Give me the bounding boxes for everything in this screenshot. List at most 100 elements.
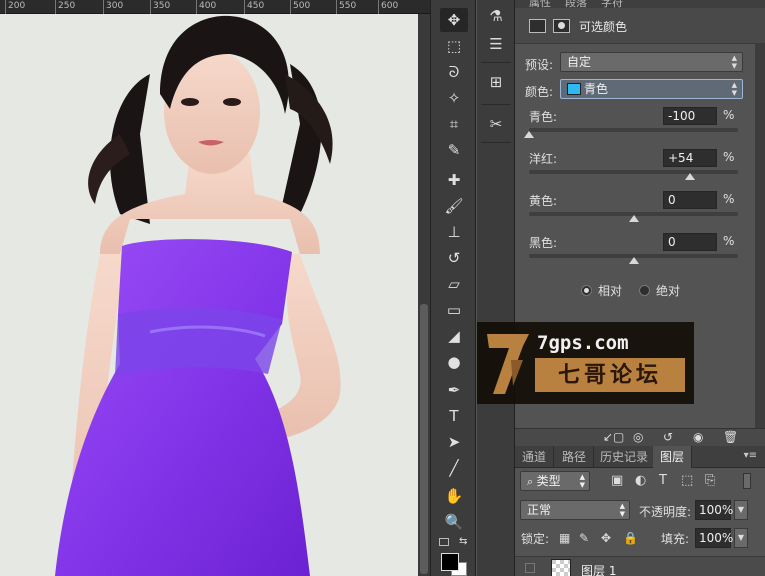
dodge-tool-icon[interactable]: ● [440,350,468,374]
move-tool-icon[interactable]: ✥ [440,8,468,32]
tab-layers[interactable]: 图层 [653,446,693,468]
trash-icon[interactable]: 🗑 [723,430,738,444]
tab-paragraph[interactable]: 段落 [565,0,587,8]
properties-scrollbar[interactable] [755,44,765,430]
adjustments-icon[interactable]: ⚗ [483,4,509,28]
eraser-tool-icon[interactable]: ▱ [440,272,468,296]
view-previous-icon[interactable]: ◎ [633,430,643,444]
tab-history[interactable]: 历史记录 [593,446,657,468]
magenta-slider-track[interactable] [529,170,738,174]
pen-tool-icon[interactable]: ✒ [440,378,468,402]
absolute-radio[interactable]: 绝对 [639,282,680,299]
color-select[interactable]: 青色 ▲ ▼ [560,79,743,99]
healing-brush-tool-icon[interactable]: ✚ [440,168,468,192]
canvas-scroll-thumb[interactable] [420,304,428,574]
tab-paths[interactable]: 路径 [555,446,595,468]
preset-value: 自定 [567,55,592,69]
lock-position-icon[interactable]: ✥ [601,531,611,545]
ruler-tick: 400 [196,0,216,14]
fill-input[interactable]: 100% [695,528,733,548]
gradient-tool-icon[interactable]: ▭ [440,298,468,322]
opacity-input[interactable]: 100% [695,500,733,520]
pixel-filter-icon[interactable]: ▣ [611,473,623,488]
horizontal-ruler: 200 250 300 350 400 450 500 550 600 [0,0,430,14]
relative-label: 相对 [598,284,623,298]
tab-properties[interactable]: 属性 [529,0,551,8]
radio-absolute-indicator[interactable] [639,285,650,296]
smart-object-filter-icon[interactable]: ⎘ [705,473,715,488]
lock-transparent-icon[interactable]: ▦ [559,531,570,545]
yellow-value-input[interactable]: 0 [663,191,717,209]
tab-character[interactable]: 字符 [601,0,623,8]
black-value-input[interactable]: 0 [663,233,717,251]
relative-radio[interactable]: 相对 [581,282,622,299]
layer-visibility-icon[interactable] [525,563,535,573]
magic-wand-tool-icon[interactable]: ✧ [440,86,468,110]
default-colors-icon[interactable] [439,538,449,546]
radio-relative-indicator[interactable] [581,285,592,296]
magenta-value-input[interactable]: +54 [663,149,717,167]
blur-tool-icon[interactable]: ◢ [440,324,468,348]
layer-row[interactable]: 图层 1 [515,556,765,576]
cyan-slider-track[interactable] [529,128,738,132]
ruler-tick: 250 [55,0,75,14]
foreground-color-swatch[interactable] [441,553,459,571]
properties-title: 可选颜色 [579,20,628,34]
adjustment-filter-icon[interactable]: ◐ [635,473,646,488]
blend-mode-select[interactable]: 正常 ▲ ▼ [520,500,630,520]
path-selection-tool-icon[interactable]: ➤ [440,430,468,454]
fill-dropdown-icon[interactable]: ▼ [734,528,748,548]
history-brush-tool-icon[interactable]: ↺ [440,246,468,270]
type-tool-icon[interactable]: T [440,404,468,428]
zoom-tool-icon[interactable]: 🔍 [440,510,468,534]
layer-filter-select[interactable]: ⌕ 类型 ▲ ▼ [520,471,590,491]
watermark-url: 7gps.com [537,332,629,354]
preset-select[interactable]: 自定 ▲ ▼ [560,52,743,72]
preset-label: 预设: [525,58,554,72]
clone-stamp-tool-icon[interactable]: ⊥ [440,220,468,244]
chevron-updown-icon: ▲ ▼ [619,502,625,518]
canvas-vertical-scrollbar[interactable] [418,14,430,576]
filter-toggle[interactable] [743,473,751,489]
sliders-icon[interactable]: ☰ [483,32,509,56]
black-slider-thumb[interactable] [628,257,639,264]
color-swatch [567,83,581,95]
lock-all-icon[interactable]: 🔒 [623,531,638,545]
eyedropper-tool-icon[interactable]: ✎ [440,138,468,162]
line-tool-icon[interactable]: ╱ [440,456,468,480]
lock-brush-icon[interactable]: ✎ [579,531,589,545]
chevron-updown-icon: ▲ ▼ [731,54,737,70]
ruler-tick: 450 [244,0,264,14]
opacity-dropdown-icon[interactable]: ▼ [734,500,748,520]
reset-icon[interactable]: ↺ [663,430,673,444]
hand-tool-icon[interactable]: ✋ [440,484,468,508]
swap-colors-icon[interactable]: ⇆ [459,536,467,547]
clip-to-layer-icon[interactable]: ↙▢ [603,430,624,444]
scissors-icon[interactable]: ✂ [483,112,509,136]
brush-tool-icon[interactable]: 🖌 [440,194,468,218]
layer-mask-icon[interactable] [553,19,570,33]
crop-tool-icon[interactable]: ⌗ [440,112,468,136]
color-value: 青色 [584,82,609,96]
absolute-label: 绝对 [656,284,681,298]
type-filter-icon[interactable]: T [659,473,667,488]
shape-filter-icon[interactable]: ⬚ [681,473,693,488]
tab-channels[interactable]: 通道 [515,446,555,468]
magenta-slider-thumb[interactable] [684,173,695,180]
lasso-tool-icon[interactable]: ᘐ [440,60,468,84]
yellow-slider-thumb[interactable] [628,215,639,222]
visibility-eye-icon[interactable]: ◉ [693,430,703,444]
color-label: 颜色: [525,85,554,99]
dock-divider [481,104,511,105]
cyan-percent: % [723,108,735,122]
align-icon[interactable]: ⊞ [483,70,509,94]
cyan-value-input[interactable]: -100 [663,107,717,125]
document-canvas[interactable] [0,14,418,576]
marquee-tool-icon[interactable]: ⬚ [440,34,468,58]
ruler-tick: 500 [290,0,310,14]
layer-thumbnail [551,559,571,576]
chevron-updown-icon: ▲ ▼ [731,81,737,97]
panel-menu-icon[interactable]: ▾≡ [744,450,757,461]
cyan-slider-thumb[interactable] [524,131,534,138]
dock-divider [481,142,511,143]
